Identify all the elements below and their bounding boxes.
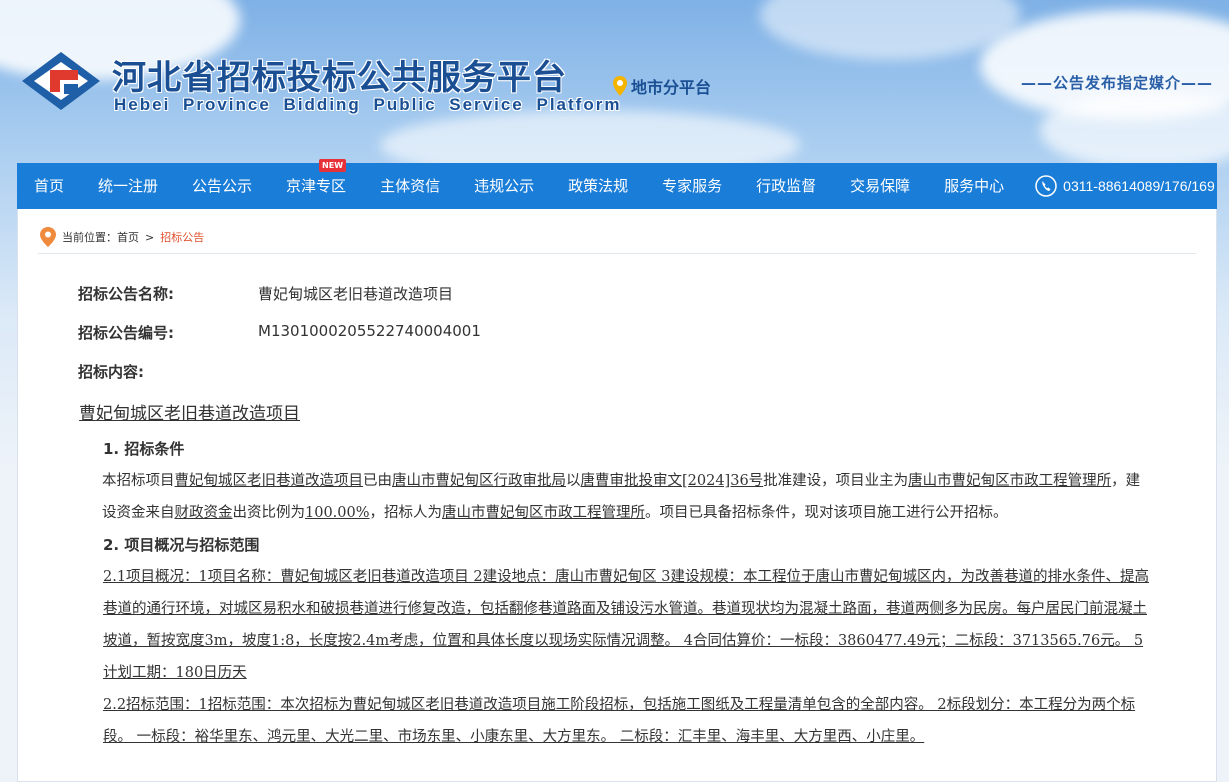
notice-code-label: 招标公告编号: bbox=[78, 324, 174, 342]
new-badge: NEW bbox=[319, 159, 347, 172]
location-pin-icon bbox=[40, 227, 56, 247]
nav-item-experts[interactable]: 专家服务 bbox=[645, 163, 739, 209]
nav-item-register[interactable]: 统一注册 bbox=[81, 163, 175, 209]
notice-name-label: 招标公告名称: bbox=[78, 285, 174, 303]
site-header: 河北省招标投标公共服务平台 Hebei Province Bidding Pub… bbox=[0, 0, 1229, 160]
nav-item-policies[interactable]: 政策法规 bbox=[551, 163, 645, 209]
city-platform-label: 地市分平台 bbox=[631, 78, 712, 97]
divider bbox=[38, 253, 1196, 254]
notice-code-row: 招标公告编号: M1301000205522740004001 bbox=[78, 322, 481, 343]
hotline-number: 0311-88614089/176/169 bbox=[1063, 178, 1215, 194]
funding-ratio: 100.00% bbox=[305, 505, 370, 521]
tenderer: 唐山市曹妃甸区市政工程管理所 bbox=[442, 505, 646, 521]
text-run: 以 bbox=[566, 473, 581, 489]
section-1-heading: 1. 招标条件 bbox=[103, 440, 185, 458]
document-title: 曹妃甸城区老旧巷道改造项目 bbox=[79, 404, 300, 424]
project-name: 曹妃甸城区老旧巷道改造项目 bbox=[174, 473, 364, 489]
nav-item-home[interactable]: 首页 bbox=[17, 163, 81, 209]
site-title-cn[interactable]: 河北省招标投标公共服务平台 bbox=[112, 50, 567, 99]
breadcrumb-prefix: 当前位置： bbox=[62, 231, 117, 244]
location-pin-icon bbox=[613, 76, 627, 96]
hotline: 0311-88614089/176/169 bbox=[1035, 175, 1215, 197]
content-panel: 当前位置： 首页 > 招标公告 招标公告名称: 曹妃甸城区老旧巷道改造项目 招标… bbox=[17, 209, 1217, 782]
breadcrumb-home[interactable]: 首页 bbox=[117, 229, 139, 245]
text-run: 出资比例为 bbox=[232, 505, 306, 521]
text-run: 已由 bbox=[363, 473, 392, 489]
text-run: 本招标项目 bbox=[102, 473, 175, 489]
document-body: 1. 招标条件 本招标项目曹妃甸城区老旧巷道改造项目已由唐山市曹妃甸区行政审批局… bbox=[102, 433, 1153, 753]
nav-item-beijing-tianjin[interactable]: 京津专区 NEW bbox=[269, 159, 363, 209]
approval-authority: 唐山市曹妃甸区行政审批局 bbox=[392, 473, 566, 489]
nav-item-announcements[interactable]: 公告公示 bbox=[175, 163, 269, 209]
notice-name-value: 曹妃甸城区老旧巷道改造项目 bbox=[258, 285, 454, 303]
text-run: 批准建设，项目业主为 bbox=[763, 473, 909, 489]
breadcrumb-current[interactable]: 招标公告 bbox=[160, 229, 204, 245]
site-title-en: Hebei Province Bidding Public Service Pl… bbox=[114, 95, 622, 114]
notice-content-label: 招标内容: bbox=[78, 363, 144, 381]
nav-item-credit[interactable]: 主体资信 bbox=[363, 163, 457, 209]
breadcrumb: 当前位置： 首页 > 招标公告 bbox=[40, 227, 204, 247]
approval-document: 唐曹审批投审文[2024]36号 bbox=[580, 473, 764, 489]
slogan: ——公告发布指定媒介—— bbox=[1020, 74, 1213, 92]
funding-source: 财政资金 bbox=[174, 505, 233, 521]
section-2-2-paragraph: 2.2招标范围：1招标范围：本次招标为曹妃甸城区老旧巷道改造项目施工阶段招标，包… bbox=[103, 697, 1136, 745]
notice-name-row: 招标公告名称: 曹妃甸城区老旧巷道改造项目 bbox=[78, 283, 453, 304]
project-owner: 唐山市曹妃甸区市政工程管理所 bbox=[908, 473, 1112, 489]
city-platform-link[interactable]: 地市分平台 bbox=[613, 74, 711, 98]
nav-item-violations[interactable]: 违规公示 bbox=[457, 163, 551, 209]
nav-item-guarantee[interactable]: 交易保障 bbox=[833, 163, 927, 209]
phone-icon bbox=[1035, 175, 1057, 197]
notice-code-value: M1301000205522740004001 bbox=[258, 322, 481, 340]
section-1-paragraph: 本招标项目曹妃甸城区老旧巷道改造项目已由唐山市曹妃甸区行政审批局以唐曹审批投审文… bbox=[102, 465, 1153, 529]
main-nav: 首页 统一注册 公告公示 京津专区 NEW 主体资信 违规公示 政策法规 专家服… bbox=[17, 159, 1217, 209]
nav-item-supervision[interactable]: 行政监督 bbox=[739, 163, 833, 209]
notice-content-row: 招标内容: bbox=[78, 361, 258, 382]
breadcrumb-separator: > bbox=[145, 230, 155, 244]
nav-item-service-center[interactable]: 服务中心 bbox=[927, 163, 1021, 209]
platform-logo-icon[interactable] bbox=[20, 50, 102, 112]
section-2-1-paragraph: 2.1项目概况：1项目名称：曹妃甸城区老旧巷道改造项目 2建设地点：唐山市曹妃甸… bbox=[103, 569, 1149, 681]
text-run: ，招标人为 bbox=[369, 505, 443, 521]
section-2-heading: 2. 项目概况与招标范围 bbox=[103, 536, 260, 554]
text-run: 。项目已具备招标条件，现对该项目施工进行公开招标。 bbox=[645, 505, 1008, 521]
nav-item-beijing-tianjin-label: 京津专区 bbox=[286, 177, 347, 195]
